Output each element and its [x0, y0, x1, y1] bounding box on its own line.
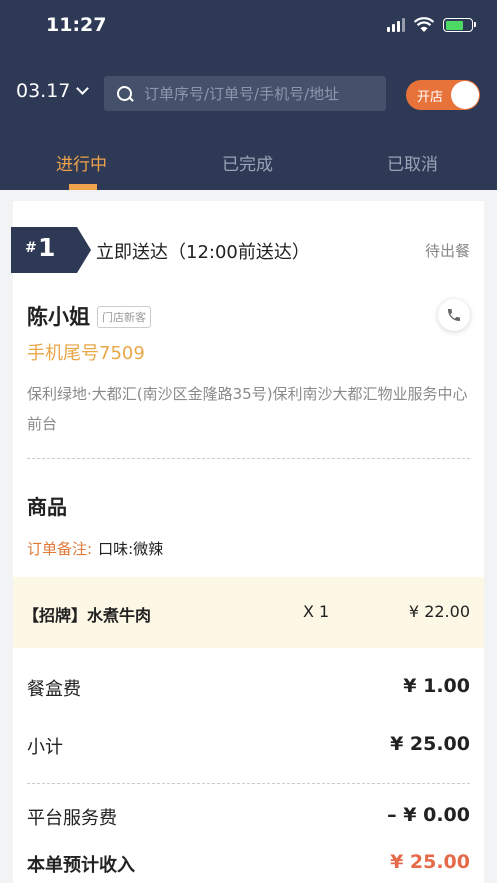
status-bar: 11:27 — [0, 0, 497, 56]
subtotal-label: 小计 — [27, 737, 63, 758]
new-customer-tag: 门店新客 — [97, 306, 151, 328]
box-fee-value: ¥ 1.00 — [403, 675, 470, 697]
store-open-toggle[interactable]: 开店 — [406, 80, 480, 110]
toolbar: 03.17 开店 — [0, 76, 497, 112]
date-selector[interactable]: 03.17 — [16, 80, 90, 102]
signal-icon — [387, 18, 405, 32]
call-button[interactable] — [438, 299, 470, 331]
box-fee-label: 餐盒费 — [27, 679, 81, 700]
store-toggle-label: 开店 — [417, 90, 444, 105]
active-tab-indicator — [69, 184, 97, 190]
item-price: ¥ 22.00 — [408, 602, 470, 621]
service-fee-label: 平台服务费 — [27, 808, 117, 829]
remark-label: 订单备注: — [27, 540, 93, 558]
tab-completed[interactable]: 已完成 — [222, 150, 273, 175]
divider — [27, 783, 470, 784]
customer-name: 陈小姐 — [27, 305, 90, 329]
item-name: 【招牌】水煮牛肉 — [23, 606, 152, 625]
delivery-address: 保利绿地·大都汇(南沙区金隆路35号)保利南沙大都汇物业服务中心前台 — [27, 385, 468, 433]
phone-icon — [448, 309, 460, 321]
income-value: ¥ 25.00 — [390, 851, 470, 873]
date-label: 03.17 — [16, 80, 71, 102]
order-number-badge: # 1 — [11, 227, 91, 273]
order-item-row: 【招牌】水煮牛肉 X 1 ¥ 22.00 — [13, 577, 484, 648]
toggle-knob — [451, 81, 479, 109]
chevron-down-icon — [76, 82, 90, 95]
search-box[interactable] — [104, 76, 386, 111]
order-card[interactable]: # 1 立即送达（12:00前送达） 待出餐 陈小姐 门店新客 手机尾号7509… — [11, 201, 484, 883]
phone-tail[interactable]: 手机尾号7509 — [27, 339, 145, 365]
divider — [27, 458, 470, 459]
order-status: 待出餐 — [424, 242, 470, 260]
order-number: 1 — [38, 233, 56, 262]
tab-in-progress[interactable]: 进行中 — [56, 150, 107, 175]
battery-icon — [443, 18, 476, 32]
header: 11:27 03.17 开店 进行中 已完成 — [0, 0, 497, 190]
income-label: 本单预计收入 — [27, 855, 135, 876]
remark-value: 口味:微辣 — [98, 540, 164, 558]
wifi-icon — [413, 17, 435, 32]
subtotal-value: ¥ 25.00 — [390, 733, 470, 755]
status-icons — [387, 17, 476, 33]
delivery-time: 立即送达（12:00前送达） — [96, 242, 310, 263]
status-time: 11:27 — [46, 14, 107, 36]
service-fee-value: – ¥ 0.00 — [387, 804, 470, 826]
order-remark: 订单备注: 口味:微辣 — [27, 538, 163, 559]
search-input[interactable] — [144, 84, 374, 103]
order-tabs: 进行中 已完成 已取消 — [0, 146, 497, 190]
tab-cancelled[interactable]: 已取消 — [387, 150, 438, 175]
item-quantity: X 1 — [303, 602, 330, 621]
search-icon — [116, 85, 134, 103]
order-hash: # — [25, 240, 37, 256]
goods-section-title: 商品 — [27, 495, 67, 519]
